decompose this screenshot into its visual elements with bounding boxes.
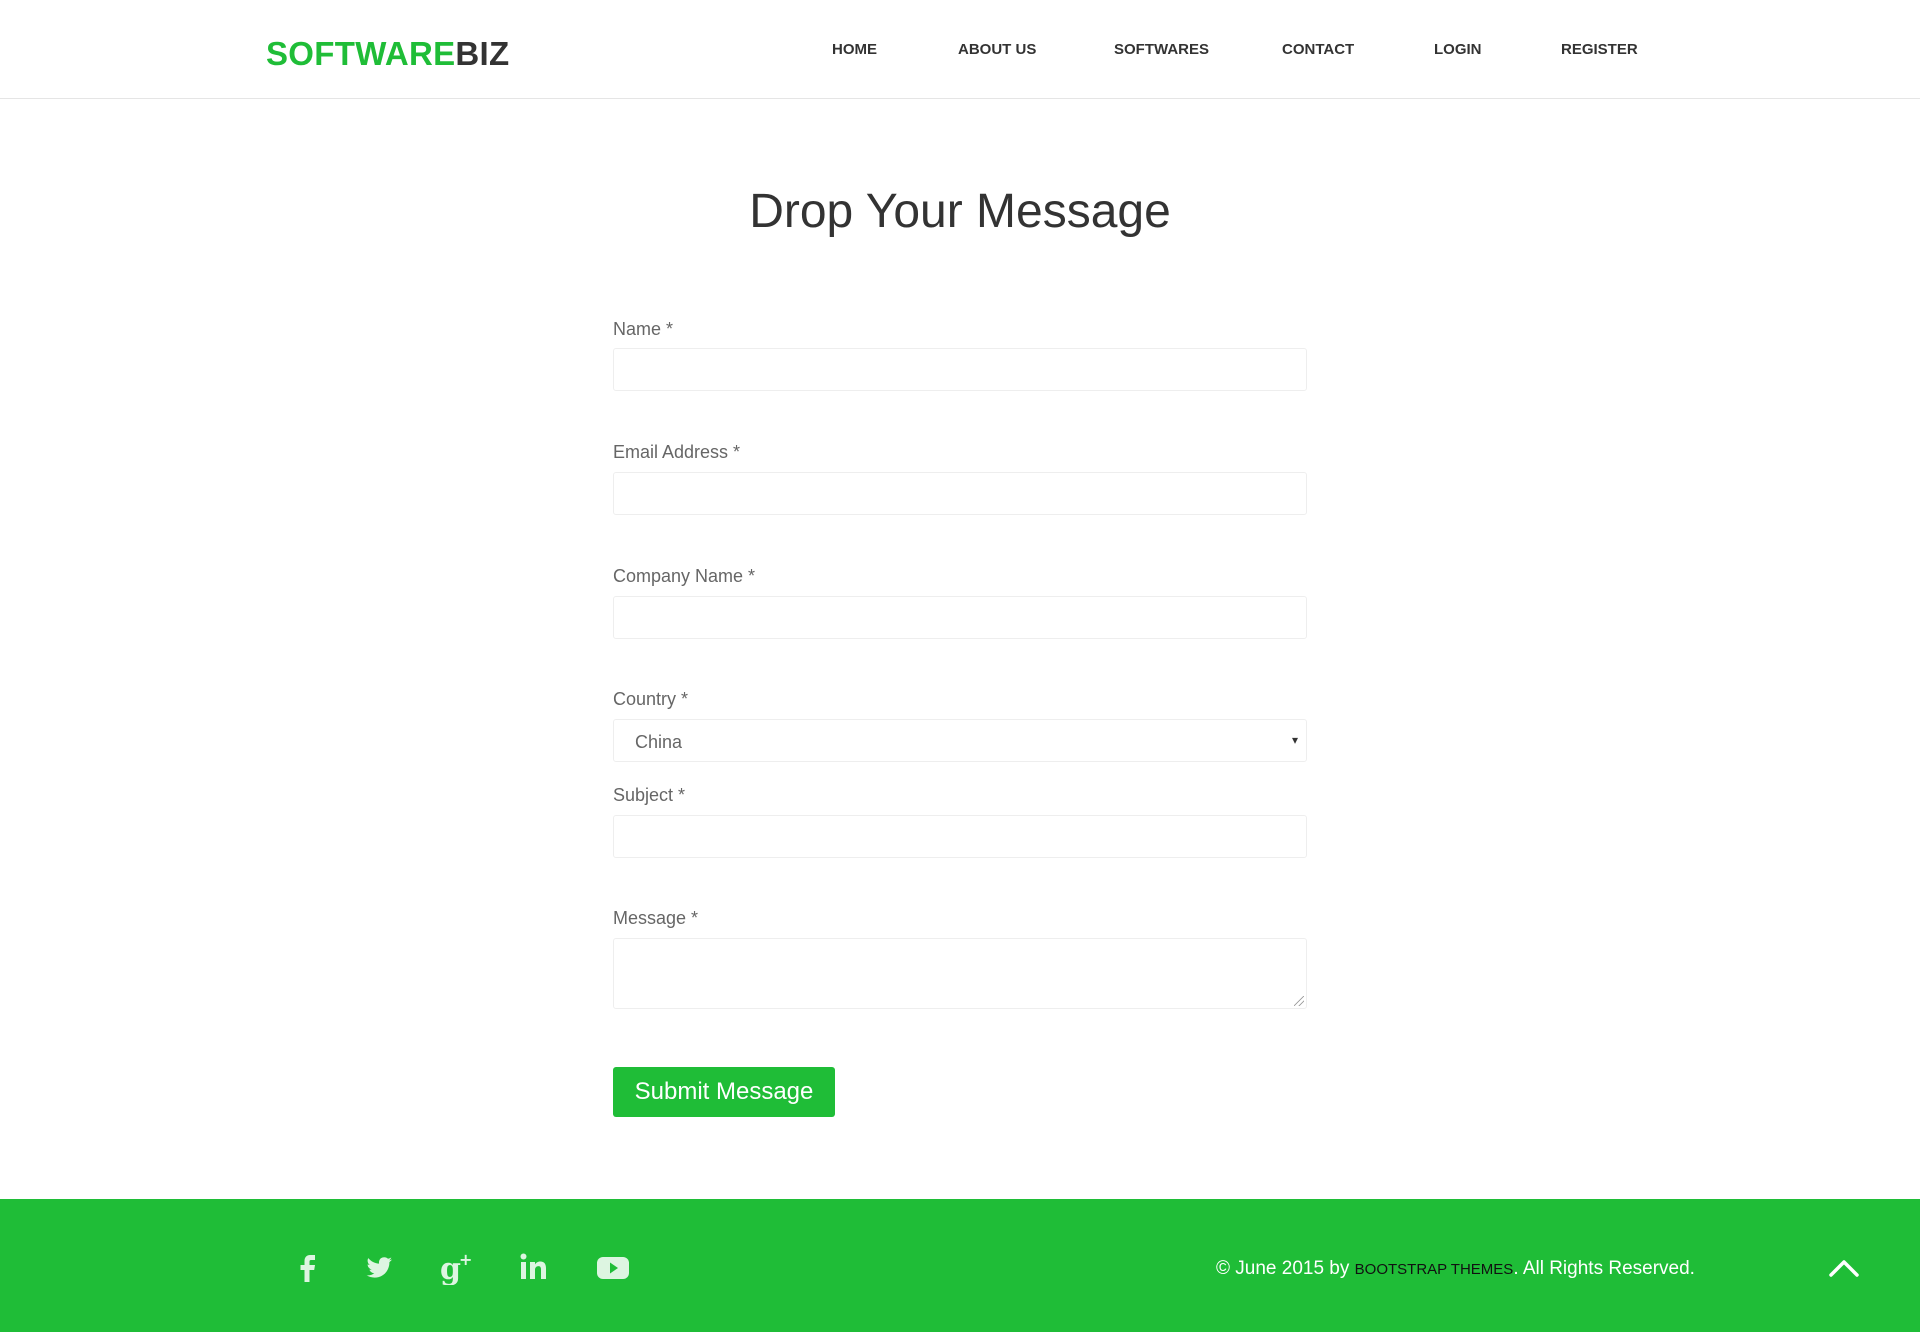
youtube-icon[interactable] [595, 1249, 631, 1285]
copyright-prefix: © June 2015 by [1216, 1258, 1355, 1279]
chevron-up-icon[interactable] [1826, 1253, 1862, 1283]
site-header: SOFTWAREBIZ HOME ABOUT US SOFTWARES CONT… [0, 0, 1920, 99]
linkedin-icon[interactable] [516, 1249, 552, 1285]
caret-down-icon: ▾ [1291, 733, 1298, 747]
bootstrap-themes-link[interactable]: BOOTSTRAP THEMES [1355, 1261, 1514, 1278]
nav-contact[interactable]: CONTACT [1282, 38, 1354, 62]
country-select[interactable]: China ▾ [613, 719, 1307, 762]
message-textarea[interactable] [613, 938, 1307, 1009]
nav-about-us[interactable]: ABOUT US [958, 38, 1036, 62]
google-plus-icon[interactable]: g + [438, 1249, 474, 1285]
message-field-wrap [613, 938, 1307, 1009]
company-input[interactable] [613, 596, 1307, 639]
message-label: Message * [613, 908, 699, 928]
svg-text:+: + [459, 1250, 472, 1269]
country-label: Country * [613, 689, 689, 709]
email-label: Email Address * [613, 442, 741, 462]
copyright-text: © June 2015 by BOOTSTRAP THEMES. All Rig… [1216, 1257, 1695, 1282]
site-footer: g + © June 2015 by BOOTSTRAP THEMES. All … [0, 1199, 1920, 1332]
submit-message-button[interactable]: Submit Message [613, 1067, 835, 1117]
nav-home[interactable]: HOME [832, 38, 877, 62]
name-input[interactable] [613, 348, 1307, 391]
subject-input[interactable] [613, 815, 1307, 858]
company-label: Company Name * [613, 566, 756, 586]
subject-label: Subject * [613, 785, 686, 805]
page-title: Drop Your Message [749, 185, 1171, 238]
nav-login[interactable]: LOGIN [1434, 38, 1482, 62]
twitter-icon[interactable] [361, 1249, 397, 1285]
name-label: Name * [613, 319, 674, 339]
copyright-suffix: . All Rights Reserved. [1513, 1258, 1695, 1279]
nav-register[interactable]: REGISTER [1561, 38, 1638, 62]
country-select-value: China [635, 732, 683, 752]
main-nav: HOME ABOUT US SOFTWARES CONTACT LOGIN RE… [0, 38, 1920, 62]
email-input[interactable] [613, 472, 1307, 515]
resize-grip-icon[interactable] [1294, 996, 1304, 1006]
nav-softwares[interactable]: SOFTWARES [1114, 38, 1209, 62]
svg-text:g: g [440, 1252, 461, 1285]
facebook-icon[interactable] [290, 1249, 326, 1285]
